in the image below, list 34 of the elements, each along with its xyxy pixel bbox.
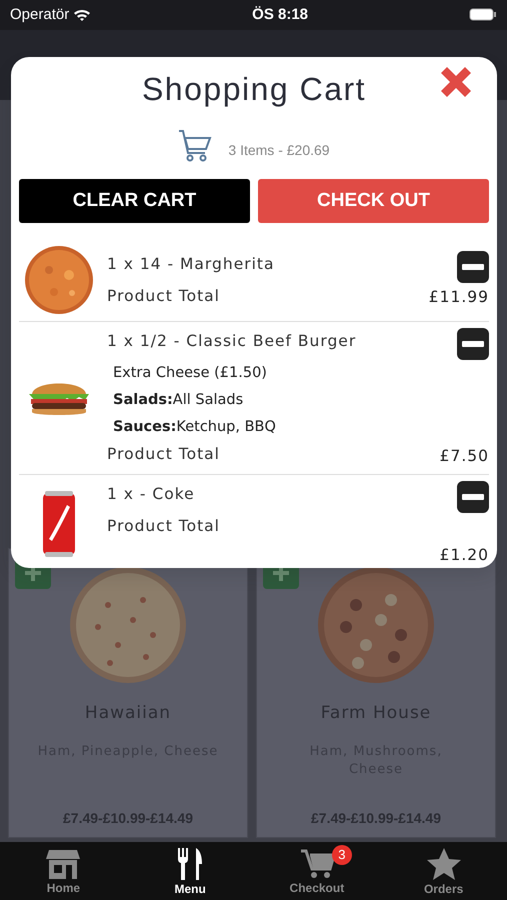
minus-icon: [462, 341, 484, 347]
item-total: £7.50: [440, 446, 489, 467]
store-icon: [46, 849, 80, 879]
item-name: 1 x 1/2 - Classic Beef Burger: [107, 331, 356, 352]
dialog-title: Shopping Cart: [142, 70, 366, 109]
remove-button[interactable]: [457, 250, 489, 282]
clock-time: ÖS 8:18: [252, 4, 308, 25]
minus-icon: [462, 494, 484, 500]
item-total: £1.20: [440, 544, 489, 566]
tab-button[interactable]: Menu: [127, 842, 254, 900]
fork-knife-icon: [176, 848, 204, 880]
count-badge: 3: [332, 845, 352, 865]
total-label: Product Total: [107, 444, 220, 465]
cart-icon: [178, 129, 212, 163]
total-label: Product Total: [107, 516, 220, 537]
item-option: Sauces:Ketchup, BBQ: [107, 414, 489, 441]
total-label: Product Total: [107, 286, 220, 306]
carrier-name: Operatör: [10, 4, 70, 25]
item-name: 1 x - Coke: [107, 484, 195, 505]
item-total: £11.99: [428, 287, 489, 308]
tab-button[interactable]: Home: [0, 842, 126, 900]
clear-cart-button[interactable]: CLEAR CART: [19, 179, 250, 223]
star-icon: [426, 848, 461, 880]
remove-button[interactable]: [457, 328, 489, 360]
item-option: Extra Cheese (£1.50): [107, 360, 489, 387]
remove-button[interactable]: [457, 481, 489, 513]
minus-icon: [462, 264, 484, 270]
item-option: Salads:All Salads: [107, 387, 489, 414]
tab-button[interactable]: 3 Checkout: [254, 842, 380, 900]
cart-icon: [300, 849, 334, 879]
cart-summary: 3 Items - £20.69: [228, 140, 330, 160]
checkout-button[interactable]: CHECK OUT: [258, 179, 489, 223]
tab-button[interactable]: Orders: [380, 842, 507, 900]
item-name: 1 x 14 - Margherita: [107, 254, 274, 274]
